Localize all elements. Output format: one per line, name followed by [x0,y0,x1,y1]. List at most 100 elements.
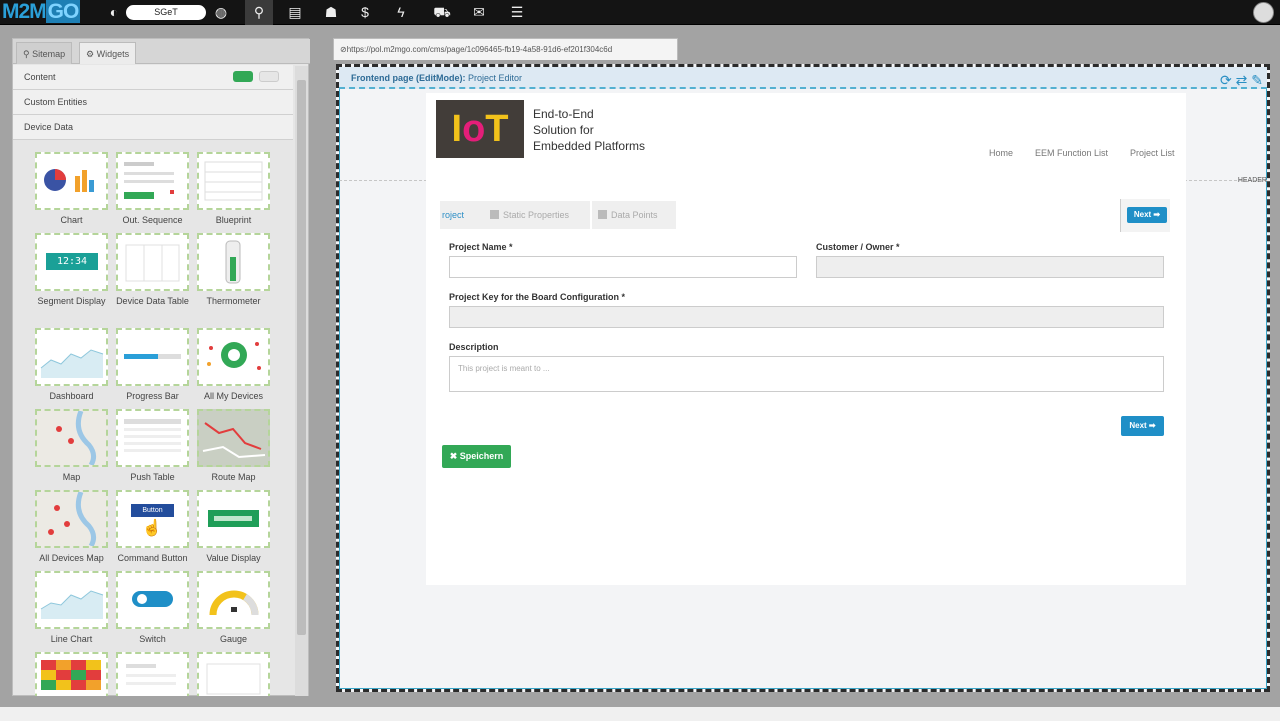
tasks-icon[interactable]: ☰ [508,3,526,21]
logo-text-left: M2M [2,0,47,23]
view-toggle-off[interactable] [259,71,279,82]
pencil-icon[interactable]: ✎ [1251,72,1263,88]
customer-owner-input[interactable] [816,256,1164,278]
chat-icon[interactable]: ✉ [470,3,488,21]
category-device-data[interactable]: Device Data [13,115,293,140]
view-toggle-on[interactable] [233,71,253,82]
widgets-tab-icon: ⚙ [86,49,95,59]
scrollbar-thumb[interactable] [297,80,306,635]
nav-project-list[interactable]: Project List [1130,148,1175,158]
wizard-step-project[interactable]: roject [440,201,484,229]
nav-home[interactable]: Home [989,148,1013,158]
widget-all-devices-map[interactable]: All Devices Map [34,490,109,564]
list-icon[interactable]: ▤ [286,3,304,21]
widget-gauge[interactable]: Gauge [196,571,271,645]
widget-grid: Chart Out. Sequence Blueprint 12:34 Segm… [13,143,295,696]
widget-value-display[interactable]: Value Display [196,490,271,564]
tagline-line: Embedded Platforms [533,139,646,153]
tenant-selector[interactable]: SGeT [126,5,206,20]
category-custom-entities[interactable]: Custom Entities [13,90,293,115]
wizard-step-label: Static Properties [503,210,570,220]
widget-device-data-table[interactable]: Device Data Table [115,233,190,307]
m2mgo-logo[interactable]: M2MGO [2,0,81,23]
tab-widgets[interactable]: ⚙ Widgets [79,42,137,64]
sitemap-icon[interactable]: ⚲ [245,0,273,25]
page-url-tab[interactable]: ⊘https://pol.m2mgo.com/cms/page/1c096465… [333,38,678,60]
all-devices-map-preview-icon [48,492,97,546]
widget-other[interactable] [196,652,271,696]
user-avatar[interactable] [1253,2,1274,23]
thermometer-preview-icon [225,240,241,284]
cart-icon[interactable]: ⛟ [433,3,451,21]
edit-mode-label: Frontend page (EditMode): [351,73,466,83]
gauge-preview-icon [209,590,259,616]
bottom-bar [0,707,1280,721]
widget-switch[interactable]: Switch [115,571,190,645]
globe-icon[interactable]: ◍ [212,3,230,21]
nav-eem-function-list[interactable]: EEM Function List [1035,148,1108,158]
save-button[interactable]: ✖ Speichern [442,445,511,468]
project-key-input[interactable] [449,306,1164,328]
dollar-icon[interactable]: $ [356,3,374,21]
dashboard-preview-icon [40,349,104,378]
widget-label: Value Display [206,553,261,563]
command-button-thumbnail: Button ☝ [116,490,189,548]
transfer-icon[interactable]: ⇄ [1236,72,1248,88]
widget-progress-bar[interactable]: Progress Bar [115,328,190,402]
widget-route-map[interactable]: Route Map [196,409,271,483]
widget-out-sequence[interactable]: Out. Sequence [115,152,190,226]
wizard-step-static-properties[interactable]: Static Properties [484,201,590,229]
gauge-thumbnail [197,571,270,629]
all-my-devices-preview-icon [207,342,261,370]
widget-command-button[interactable]: Button ☝ Command Button [115,490,190,564]
widget-chart[interactable]: Chart [34,152,109,226]
chart-preview-icon [44,169,94,192]
widget-dashboard[interactable]: Dashboard [34,328,109,402]
segment-value: 12:34 [46,253,98,270]
widget-segment-display[interactable]: 12:34 Segment Display [34,233,109,307]
map-preview-icon [56,411,97,465]
chart-thumbnail [35,152,108,210]
widget-push-table[interactable]: Push Table [115,409,190,483]
user-icon[interactable]: ☗ [322,3,340,21]
widget-line-chart[interactable]: Line Chart [34,571,109,645]
device-data-table-thumbnail [116,233,189,291]
step-number-icon [598,210,607,219]
description-label: Description [449,342,499,352]
tenant-icon[interactable]: ◐ [105,3,123,21]
bolt-icon[interactable]: ϟ [392,3,410,21]
line-chart-thumbnail [35,571,108,629]
widget-blueprint[interactable]: Blueprint [196,152,271,226]
widget-heatmap[interactable] [34,652,109,696]
panel-scrollbar[interactable] [295,66,308,696]
device-data-table-preview-icon [125,244,180,282]
category-content[interactable]: Content [13,65,293,90]
project-name-input[interactable] [449,256,797,278]
all-devices-map-thumbnail [35,490,108,548]
out-sequence-thumbnail [116,152,189,210]
site-page: IoT End-to-End Solution for Embedded Pla… [426,93,1186,585]
wizard-step-label: Data Points [611,210,658,220]
sitemap-tab-icon: ⚲ [23,49,30,59]
widget-label: Chart [60,215,83,225]
progress-track [124,354,181,359]
wizard-next-button[interactable]: Next ➡ [1127,207,1167,223]
widget-label: Progress Bar [126,391,179,401]
wizard-step-label: roject [442,210,465,220]
widget-list[interactable] [115,652,190,696]
line-chart-preview-icon [40,590,104,619]
description-textarea[interactable]: This project is meant to ... [449,356,1164,392]
widget-map[interactable]: Map [34,409,109,483]
iot-logo[interactable]: IoT [436,100,524,158]
wizard-step-data-points[interactable]: Data Points [592,201,676,229]
value-display-thumbnail [197,490,270,548]
refresh-icon[interactable]: ⟳ [1220,72,1232,88]
widget-label: Switch [139,634,166,644]
edit-mode-bar: Frontend page (EditMode): Project Editor… [339,67,1267,89]
widget-label: Device Data Table [116,296,189,306]
form-next-button[interactable]: Next ➡ [1121,416,1164,436]
tab-sitemap[interactable]: ⚲ Sitemap [16,42,73,64]
widget-all-my-devices[interactable]: All My Devices [196,328,271,402]
widget-label: Out. Sequence [122,215,183,225]
widget-thermometer[interactable]: Thermometer [196,233,271,307]
